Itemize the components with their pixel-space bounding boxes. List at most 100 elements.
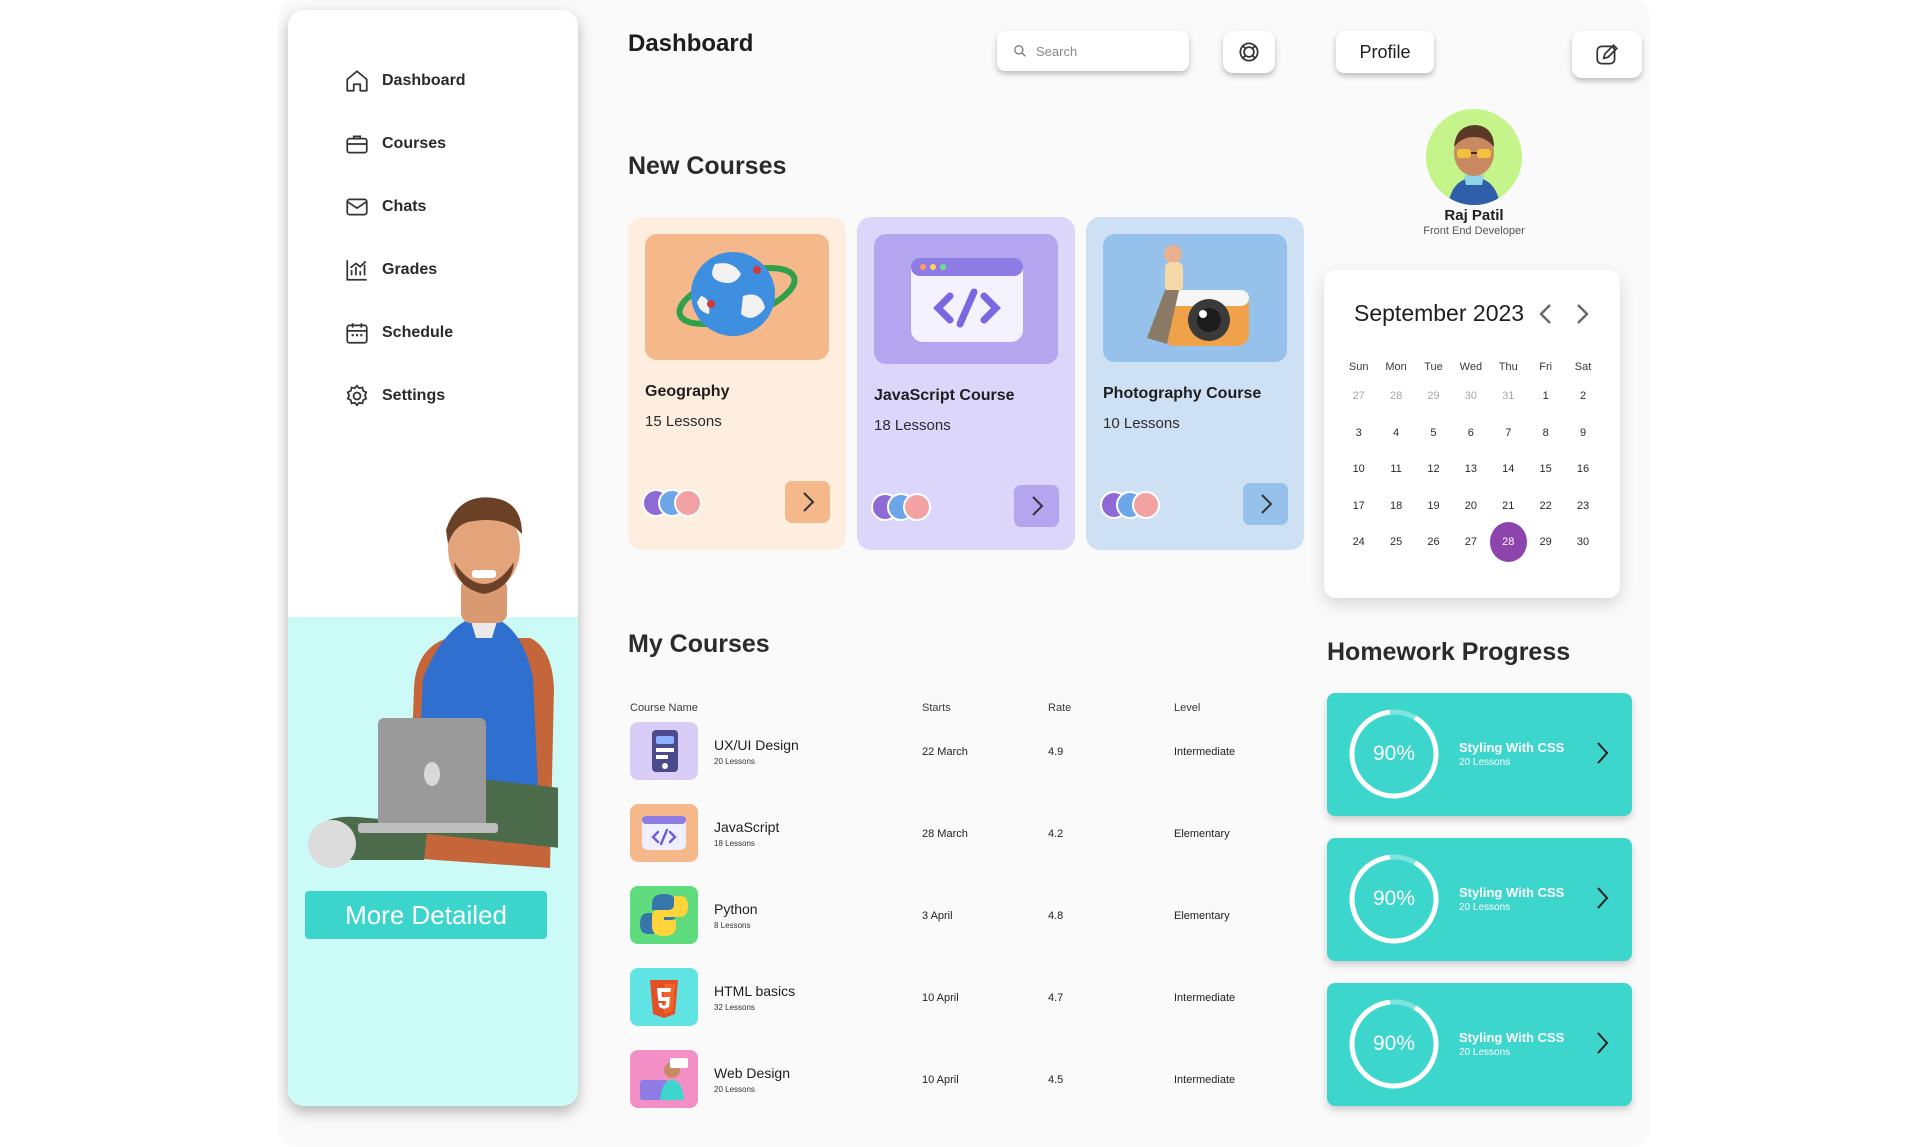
calendar-day[interactable]: 29 xyxy=(1415,378,1452,415)
course-lessons: 20 Lessons xyxy=(714,757,755,766)
prev-month-button[interactable] xyxy=(1534,300,1558,328)
calendar-day[interactable]: 21 xyxy=(1490,488,1527,525)
calendar-day[interactable]: 25 xyxy=(1377,524,1414,561)
table-row[interactable]: JavaScript 18 Lessons 28 March 4.2 Elementar… xyxy=(630,804,1270,862)
table-row[interactable]: HTML basics 32 Lessons 10 April 4.7 Intermed… xyxy=(630,968,1270,1026)
more-detailed-button[interactable]: More Detailed xyxy=(305,891,547,939)
calendar-day[interactable]: 9 xyxy=(1564,415,1601,452)
calendar-day[interactable]: 1 xyxy=(1527,378,1564,415)
sidebar-item-label: Dashboard xyxy=(382,72,466,89)
my-courses-title: My Courses xyxy=(628,630,770,658)
calendar-day[interactable]: 22 xyxy=(1527,488,1564,525)
support-button[interactable] xyxy=(1223,31,1275,73)
edit-button[interactable] xyxy=(1572,31,1642,78)
sidebar-item-label: Chats xyxy=(382,198,427,215)
calendar-day[interactable]: 24 xyxy=(1340,524,1377,561)
course-start-date: 3 April xyxy=(922,910,953,922)
sidebar-item-schedule[interactable]: Schedule xyxy=(344,318,453,348)
homework-name: Styling With CSS xyxy=(1459,1030,1565,1045)
calendar-day[interactable]: 18 xyxy=(1377,488,1414,525)
profile-button[interactable]: Profile xyxy=(1336,31,1434,73)
open-course-button[interactable] xyxy=(1014,485,1059,527)
weekday-label: Sat xyxy=(1574,361,1592,373)
course-card-javascript[interactable]: JavaScript Course 18 Lessons xyxy=(857,217,1075,550)
avatar xyxy=(674,489,702,517)
sidebar-item-settings[interactable]: Settings xyxy=(344,381,445,411)
homework-card[interactable]: 90% Styling With CSS 20 Lessons xyxy=(1327,693,1632,816)
column-header-course-name: Course Name xyxy=(630,702,698,714)
search-input[interactable] xyxy=(1036,43,1176,59)
edit-icon xyxy=(1596,43,1618,65)
calendar-day[interactable]: 6 xyxy=(1452,415,1489,452)
open-homework-button[interactable] xyxy=(1589,737,1615,769)
course-card-geography[interactable]: Geography 15 Lessons xyxy=(628,217,846,550)
calendar-day[interactable]: 16 xyxy=(1564,451,1601,488)
course-card-photography[interactable]: Photography Course 10 Lessons xyxy=(1086,217,1304,550)
calendar-day[interactable]: 30 xyxy=(1564,524,1601,561)
open-course-button[interactable] xyxy=(1243,483,1288,525)
bar-chart-icon xyxy=(346,260,367,281)
sidebar-item-dashboard[interactable]: Dashboard xyxy=(344,66,466,96)
course-rating: 4.8 xyxy=(1048,910,1064,922)
sidebar-item-label: Schedule xyxy=(382,324,454,341)
calendar-day[interactable]: 8 xyxy=(1527,415,1564,452)
chevron-right-icon xyxy=(1597,742,1609,764)
mail-icon xyxy=(346,198,368,216)
homework-card[interactable]: 90% Styling With CSS 20 Lessons xyxy=(1327,983,1632,1106)
course-lessons: 10 Lessons xyxy=(1103,415,1180,432)
calendar-day[interactable]: 5 xyxy=(1415,415,1452,452)
course-start-date: 22 March xyxy=(922,746,968,758)
calendar-day[interactable]: 3 xyxy=(1340,415,1377,452)
calendar-day[interactable]: 15 xyxy=(1527,451,1564,488)
calendar-day[interactable]: 27 xyxy=(1340,378,1377,415)
calendar-day[interactable]: 23 xyxy=(1564,488,1601,525)
calendar-day[interactable]: 28 xyxy=(1377,378,1414,415)
calendar-day[interactable]: 14 xyxy=(1490,451,1527,488)
course-lessons: 18 Lessons xyxy=(714,839,755,848)
open-homework-button[interactable] xyxy=(1589,1027,1615,1059)
table-row[interactable]: UX/UI Design 20 Lessons 22 March 4.9 Interme… xyxy=(630,722,1270,780)
calendar-day[interactable]: 13 xyxy=(1452,451,1489,488)
calendar-day-selected[interactable]: 28 xyxy=(1489,522,1527,563)
chevron-right-icon xyxy=(1260,494,1272,514)
calendar-day[interactable]: 7 xyxy=(1490,415,1527,452)
table-row[interactable]: Python 8 Lessons 3 April 4.8 Elementary xyxy=(630,886,1270,944)
course-name: Python xyxy=(714,901,758,917)
open-course-button[interactable] xyxy=(785,481,830,523)
calendar-day[interactable]: 12 xyxy=(1415,451,1452,488)
course-rating: 4.9 xyxy=(1048,746,1064,758)
avatar xyxy=(1132,491,1160,519)
course-lessons: 32 Lessons xyxy=(714,1003,755,1012)
calendar-day[interactable]: 31 xyxy=(1490,378,1527,415)
calendar-day[interactable]: 29 xyxy=(1527,524,1564,561)
open-homework-button[interactable] xyxy=(1589,882,1615,914)
calendar-day[interactable]: 2 xyxy=(1564,378,1601,415)
sidebar-item-grades[interactable]: Grades xyxy=(344,255,437,285)
course-name: UX/UI Design xyxy=(714,737,799,753)
calendar-day[interactable]: 10 xyxy=(1340,451,1377,488)
weekday-label: Fri xyxy=(1539,361,1553,373)
course-lessons: 15 Lessons xyxy=(645,413,722,430)
homework-card[interactable]: 90% Styling With CSS 20 Lessons xyxy=(1327,838,1632,961)
calendar-day[interactable]: 17 xyxy=(1340,488,1377,525)
calendar-icon xyxy=(346,323,368,344)
table-row[interactable]: Web Design 20 Lessons 10 April 4.5 Intermedi… xyxy=(630,1050,1270,1108)
course-level: Elementary xyxy=(1174,910,1230,922)
calendar-day[interactable]: 4 xyxy=(1377,415,1414,452)
profile-avatar[interactable] xyxy=(1426,109,1522,205)
calendar-day[interactable]: 20 xyxy=(1452,488,1489,525)
calendar-day[interactable]: 27 xyxy=(1452,524,1489,561)
next-month-button[interactable] xyxy=(1570,300,1594,328)
course-thumbnail xyxy=(630,722,698,780)
sidebar-item-label: Settings xyxy=(382,387,446,404)
sidebar-item-courses[interactable]: Courses xyxy=(344,129,446,159)
sidebar-item-chats[interactable]: Chats xyxy=(344,192,426,222)
course-title: JavaScript Course xyxy=(874,387,1015,404)
column-header-starts: Starts xyxy=(922,702,951,714)
calendar-day[interactable]: 11 xyxy=(1377,451,1414,488)
course-name: Web Design xyxy=(714,1065,791,1081)
calendar-day[interactable]: 26 xyxy=(1415,524,1452,561)
calendar-day[interactable]: 19 xyxy=(1415,488,1452,525)
calendar-day[interactable]: 30 xyxy=(1452,378,1489,415)
course-level: Elementary xyxy=(1174,828,1230,840)
